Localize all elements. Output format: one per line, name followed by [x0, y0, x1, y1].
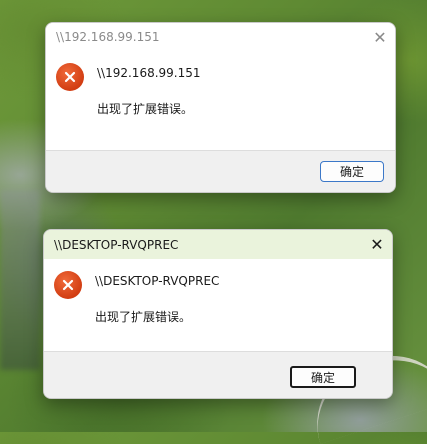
message-title: \\DESKTOP-RVQPREC: [95, 274, 220, 288]
error-dialog-desktop-rvqprec: \\DESKTOP-RVQPREC ✕ \\DESKTOP-RVQPREC 出现…: [43, 229, 393, 399]
dialog-body: \\DESKTOP-RVQPREC 出现了扩展错误。: [44, 259, 392, 351]
window-title: \\DESKTOP-RVQPREC: [54, 237, 179, 252]
ok-button[interactable]: 确定: [320, 161, 384, 182]
title-bar[interactable]: \\DESKTOP-RVQPREC ✕: [44, 230, 392, 259]
close-icon: ✕: [373, 27, 387, 47]
message-title: \\192.168.99.151: [97, 66, 201, 80]
ok-button[interactable]: 确定: [290, 366, 356, 388]
message-text: 出现了扩展错误。: [95, 310, 192, 324]
dialog-body: \\192.168.99.151 出现了扩展错误。: [46, 51, 395, 151]
error-dialog-192-168-99-151: \\192.168.99.151 ✕ \\192.168.99.151 出现了扩…: [45, 22, 396, 193]
close-icon: ✕: [370, 235, 384, 254]
close-button[interactable]: ✕: [362, 231, 392, 259]
error-icon: [54, 271, 82, 299]
error-icon: [56, 63, 84, 91]
message-text: 出现了扩展错误。: [97, 102, 194, 116]
wallpaper-cliff: [0, 190, 40, 370]
button-bar: 确定: [46, 150, 395, 192]
window-title: \\192.168.99.151: [56, 30, 160, 44]
title-bar[interactable]: \\192.168.99.151 ✕: [46, 23, 395, 51]
close-button[interactable]: ✕: [365, 23, 395, 51]
button-bar: 确定: [44, 351, 392, 398]
